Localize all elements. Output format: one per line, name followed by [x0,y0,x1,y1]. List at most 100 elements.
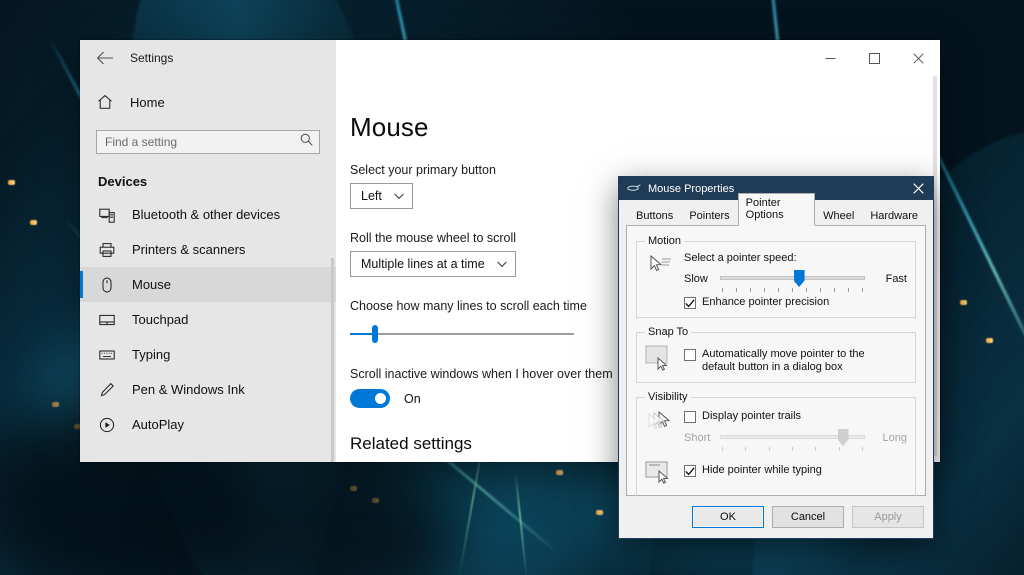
trails-short-label: Short [684,432,711,444]
close-icon[interactable] [903,177,933,200]
pointer-speed-fast-label: Fast [885,273,907,285]
sidebar-nav-list: Bluetooth & other devices Printers & sca… [80,197,336,442]
pointer-speed-label: Select a pointer speed: [684,252,797,264]
trails-long-label: Long [882,432,907,444]
pointer-speed-slider[interactable]: Slow Fast [684,269,907,292]
hide-pointer-row[interactable]: Hide pointer while typing [684,464,907,477]
mouse-properties-icon [627,183,641,194]
cancel-button[interactable]: Cancel [772,506,844,528]
chevron-down-icon [394,193,404,200]
settings-titlebar[interactable]: Settings [80,40,940,76]
enhance-precision-checkbox[interactable] [684,297,696,309]
wallpaper-thorn [8,180,15,185]
sidebar-item-typing[interactable]: Typing [80,337,336,372]
visibility-legend: Visibility [648,391,688,403]
snap-to-body: Automatically move pointer to the defaul… [684,343,907,374]
slider-thumb[interactable] [371,325,378,343]
motion-group: Motion Select a pointer speed: Slow Fast… [636,235,916,318]
wheel-scroll-dropdown[interactable]: Multiple lines at a time [350,251,516,277]
maximize-icon[interactable] [852,40,896,76]
hide-pointer-typing-body: Hide pointer while typing [684,458,907,477]
search-container [80,122,336,158]
sidebar-section-devices: Devices [98,174,148,189]
mouse-icon [98,276,116,294]
pointer-options-page: Motion Select a pointer speed: Slow Fast… [626,226,926,537]
hide-pointer-typing-row: Hide pointer while typing [645,458,907,484]
apply-button[interactable]: Apply [852,506,924,528]
tab-pointers[interactable]: Pointers [681,207,737,226]
sidebar-item-touchpad[interactable]: Touchpad [80,302,336,337]
slider-fill [350,333,375,335]
titlebar-left-region: Settings [80,40,336,76]
tab-buttons[interactable]: Buttons [628,207,681,226]
wheel-scroll-value: Multiple lines at a time [361,257,485,271]
sidebar-item-home[interactable]: Home [80,82,336,122]
sidebar-item-label: Bluetooth & other devices [132,207,281,222]
inactive-scroll-state: On [404,391,421,406]
search-icon[interactable] [300,133,313,151]
tab-wheel[interactable]: Wheel [815,207,862,226]
snap-to-legend: Snap To [648,326,689,338]
printer-icon [98,241,116,259]
slider-ticks [722,288,863,292]
search-box[interactable] [96,130,320,154]
wallpaper-thorn [986,338,993,343]
sidebar-item-mouse[interactable]: Mouse [80,267,336,302]
pointer-trails-row: Display pointer trails Short Long [645,408,907,452]
hide-pointer-typing-icon [645,458,675,484]
pointer-trails-slider[interactable]: Short Long [684,428,907,451]
sidebar-item-bluetooth[interactable]: Bluetooth & other devices [80,197,336,232]
slider-thumb[interactable] [837,429,849,446]
hide-pointer-typing-checkbox[interactable] [684,465,696,477]
slider-track [350,333,574,335]
minimize-icon[interactable] [808,40,852,76]
lines-to-scroll-slider[interactable] [350,323,574,345]
primary-button-label: Select your primary button [350,163,496,177]
toggle-knob [375,393,386,404]
auto-move-pointer-checkbox[interactable] [684,349,696,361]
sidebar-item-autoplay[interactable]: AutoPlay [80,407,336,442]
close-icon[interactable] [896,40,940,76]
settings-title: Settings [130,51,174,65]
sidebar-home-label: Home [130,94,165,110]
sidebar-scrollbar[interactable] [331,258,334,462]
pointer-trails-body: Display pointer trails Short Long [684,408,907,452]
sidebar-item-printers[interactable]: Printers & scanners [80,232,336,267]
wallpaper-thorn [596,510,603,515]
ok-button[interactable]: OK [692,506,764,528]
enhance-precision-row[interactable]: Enhance pointer precision [684,296,907,309]
autoplay-icon [98,416,116,434]
enhance-precision-label: Enhance pointer precision [702,296,830,308]
display-pointer-trails-label: Display pointer trails [702,410,802,422]
sidebar-item-label: Typing [132,347,171,362]
bluetooth-devices-icon [98,206,116,224]
sidebar-item-label: Touchpad [132,312,189,327]
search-input[interactable] [97,135,319,149]
tab-hardware[interactable]: Hardware [862,207,926,226]
mouse-properties-dialog: Mouse Properties Buttons Pointers Pointe… [618,176,934,539]
motion-body: Select a pointer speed: Slow Fast Enhanc… [684,252,907,309]
pointer-motion-icon [645,252,675,309]
titlebar-spacer [336,40,808,76]
dialog-inner: Buttons Pointers Pointer Options Wheel H… [619,193,933,537]
snap-to-row: Automatically move pointer to the defaul… [645,343,907,374]
dialog-title: Mouse Properties [648,182,735,195]
auto-move-pointer-label: Automatically move pointer to the defaul… [702,348,865,373]
sidebar-item-label: Mouse [132,277,172,292]
page-title: Mouse [350,112,429,142]
inactive-scroll-toggle[interactable] [350,389,390,408]
slider-ticks [722,447,863,451]
home-icon [96,94,114,110]
pointer-trails-icon [645,408,675,434]
tab-pointer-options[interactable]: Pointer Options [737,193,816,226]
slider-thumb[interactable] [793,270,805,287]
display-trails-row[interactable]: Display pointer trails [684,410,907,423]
auto-move-pointer-row[interactable]: Automatically move pointer to the defaul… [684,348,907,374]
sidebar-item-label: Pen & Windows Ink [132,382,245,397]
primary-button-dropdown[interactable]: Left [350,183,413,209]
back-arrow-icon[interactable] [94,47,116,69]
display-pointer-trails-checkbox[interactable] [684,411,696,423]
pen-icon [98,381,116,399]
sidebar-item-pen[interactable]: Pen & Windows Ink [80,372,336,407]
primary-button-value: Left [361,189,382,203]
